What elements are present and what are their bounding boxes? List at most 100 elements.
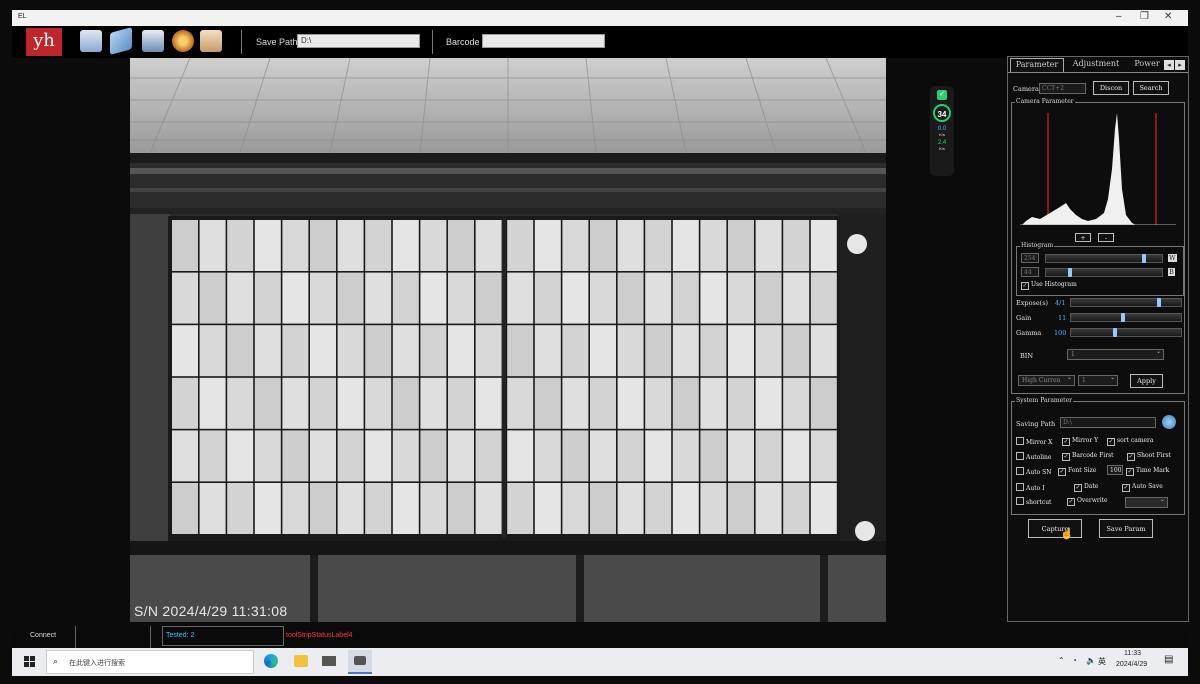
pv-cell <box>420 430 447 482</box>
window-title: EL <box>18 13 27 20</box>
status-divider <box>75 626 76 648</box>
system-parameter-group: System Parameter Saving Path D:\ Mirror … <box>1011 397 1185 515</box>
saving-path-input[interactable]: D:\ <box>1060 417 1156 428</box>
mouse-cursor-icon: ☝ <box>1060 527 1074 540</box>
auto-i-checkbox[interactable]: Auto I <box>1016 483 1045 492</box>
pv-cell <box>507 377 534 429</box>
report-icon[interactable] <box>200 30 222 52</box>
expose-slider[interactable] <box>1070 298 1182 307</box>
status-label4: toolStripStatusLabel4 <box>286 632 353 639</box>
shield-check-icon: ✓ <box>937 90 947 100</box>
app-logo: yh <box>26 28 62 56</box>
sort-camera-checkbox[interactable]: ✓ sort camera <box>1107 437 1154 446</box>
tested-count: Tested: 2 <box>166 632 195 639</box>
mirror-y-checkbox[interactable]: ✓ Mirror Y <box>1062 437 1098 446</box>
camera-select[interactable]: CCT+2 <box>1039 83 1086 94</box>
histogram-white-slider[interactable] <box>1045 254 1163 263</box>
pv-cell <box>337 220 364 271</box>
mirror-x-checkbox[interactable]: Mirror X <box>1016 437 1052 446</box>
download-unit: K/s <box>939 146 945 151</box>
scanner-icon[interactable] <box>110 27 132 55</box>
use-histogram-checkbox[interactable]: ✓ Use Histogram <box>1021 281 1077 290</box>
auto-save-checkbox[interactable]: ✓ Auto Save <box>1122 483 1163 492</box>
pv-cell <box>365 377 392 429</box>
font-size-checkbox[interactable]: ✓ Font Size <box>1058 467 1096 476</box>
pv-cell <box>337 377 364 429</box>
pv-cell <box>392 483 419 534</box>
serial-timestamp-overlay: S/N 2024/4/29 11:31:08 <box>134 603 288 619</box>
search-placeholder: 在此键入进行搜索 <box>69 660 125 667</box>
overwrite-checkbox[interactable]: ✓ Overwrite <box>1067 497 1108 506</box>
histogram-zoom-in-button[interactable]: + <box>1075 233 1091 242</box>
mode-sub-select[interactable]: 1 <box>1078 374 1118 386</box>
tab-power[interactable]: Power <box>1132 58 1162 72</box>
network-icon[interactable]: ◔ <box>1072 656 1077 665</box>
browse-folder-icon[interactable] <box>1162 415 1176 429</box>
bin-select[interactable]: 1 <box>1067 348 1164 360</box>
histogram-black-slider[interactable] <box>1045 268 1163 277</box>
pv-cell <box>590 325 616 377</box>
volume-icon[interactable]: 🔈 <box>1086 656 1096 665</box>
barcode-input[interactable] <box>482 34 605 48</box>
pv-cell <box>199 377 226 429</box>
histogram-white-value[interactable]: 254 <box>1021 253 1039 263</box>
apply-button[interactable]: Apply <box>1130 374 1163 388</box>
autoline-checkbox[interactable]: Autoline <box>1016 452 1051 461</box>
cpu-percent: 34 <box>933 104 951 122</box>
save-param-button[interactable]: Save Param <box>1099 519 1153 538</box>
shortcut-checkbox[interactable]: shortcut <box>1016 497 1051 506</box>
tray-chevron-icon[interactable]: ⌃ <box>1058 656 1065 665</box>
taskbar-search-box[interactable]: ⌕ 在此键入进行搜索 <box>46 650 254 674</box>
disconnect-button[interactable]: Discon <box>1093 81 1129 95</box>
camera-icon[interactable] <box>80 30 102 52</box>
close-icon[interactable]: ✕ <box>1164 11 1172 22</box>
taskbar-time[interactable]: 11:33 <box>1124 650 1141 657</box>
pv-cell <box>645 430 672 482</box>
pv-cell <box>172 377 198 429</box>
time-mark-checkbox[interactable]: ✓ Time Mark <box>1126 467 1169 476</box>
mode-select[interactable]: High Curren <box>1018 374 1075 386</box>
taskbar-date[interactable]: 2024/4/29 <box>1116 661 1147 668</box>
tab-parameter[interactable]: Parameter <box>1010 58 1064 73</box>
save-icon[interactable] <box>142 30 164 52</box>
shoot-first-checkbox[interactable]: ✓ Shoot First <box>1127 452 1171 461</box>
el-image-viewer[interactable] <box>130 58 886 622</box>
overwrite-select[interactable] <box>1125 496 1168 508</box>
tab-adjustment[interactable]: Adjustment <box>1066 58 1126 72</box>
camera-label: Camera <box>1013 85 1039 93</box>
barcode-first-checkbox[interactable]: ✓ Barcode First <box>1062 452 1114 461</box>
notification-icon[interactable]: ▤ <box>1164 654 1173 665</box>
pv-cell <box>783 377 810 429</box>
el-app-taskbar-icon[interactable] <box>348 650 372 674</box>
pv-cell <box>755 272 782 324</box>
tab-scroll-left-icon[interactable]: ◂ <box>1164 60 1174 70</box>
edge-browser-icon[interactable] <box>264 654 278 668</box>
windows-start-icon[interactable] <box>24 656 36 668</box>
search-button[interactable]: Search <box>1133 81 1169 95</box>
maximize-icon[interactable]: ❐ <box>1140 11 1149 22</box>
ime-indicator[interactable]: 英 <box>1098 656 1106 667</box>
auto-sn-checkbox[interactable]: Auto SN <box>1016 467 1052 476</box>
pv-cell <box>448 483 474 534</box>
pv-cell <box>392 325 419 377</box>
mail-icon[interactable] <box>322 656 336 666</box>
minimize-icon[interactable]: – <box>1116 11 1122 22</box>
pv-cell <box>282 325 309 377</box>
date-checkbox[interactable]: ✓ Date <box>1074 483 1098 492</box>
gain-slider[interactable] <box>1070 313 1182 322</box>
pv-cell <box>420 325 447 377</box>
settings-gear-icon[interactable] <box>172 30 194 52</box>
tab-scroll-right-icon[interactable]: ▸ <box>1175 60 1185 70</box>
pv-cell <box>645 220 672 271</box>
save-path-input[interactable]: D:\ <box>297 34 420 48</box>
pv-cell <box>810 430 837 482</box>
histogram-black-value[interactable]: 44 <box>1021 267 1039 277</box>
file-explorer-icon[interactable] <box>294 655 308 667</box>
histogram-zoom-out-button[interactable]: - <box>1098 233 1114 242</box>
pv-cell <box>282 220 309 271</box>
pv-cell <box>199 220 226 271</box>
font-size-input[interactable]: 100 <box>1107 465 1123 475</box>
save-path-label: Save Path <box>256 37 298 47</box>
system-monitor-widget[interactable]: ✓ 34 0.0 K/s 2.4 K/s <box>930 86 954 176</box>
gamma-slider[interactable] <box>1070 328 1182 337</box>
